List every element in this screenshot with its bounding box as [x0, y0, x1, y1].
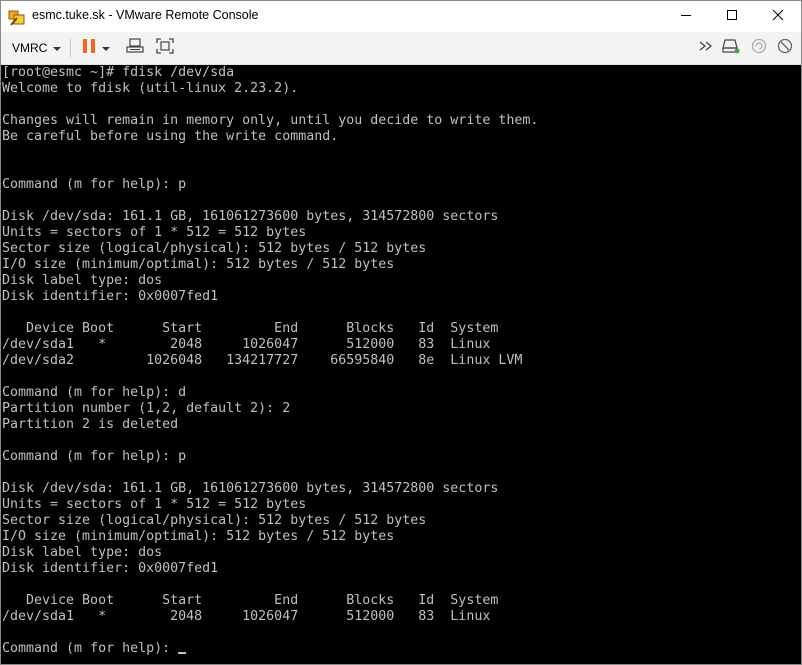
- terminal-line: /dev/sda1 * 2048 1026047 512000 83 Linux: [2, 337, 491, 352]
- terminal-line: Welcome to fdisk (util-linux 2.23.2).: [2, 81, 299, 96]
- chevron-down-icon: [53, 39, 62, 57]
- terminal-line: Command (m for help): d: [2, 385, 187, 400]
- title-bar[interactable]: esmc.tuke.sk - VMware Remote Console: [1, 1, 801, 32]
- snapshot-icon: [751, 38, 767, 59]
- terminal-line: Sector size (logical/physical): 512 byte…: [2, 241, 427, 256]
- terminal-line: Device Boot Start End Blocks Id System: [2, 321, 499, 336]
- close-button[interactable]: [755, 1, 801, 32]
- removable-devices-button[interactable]: [720, 37, 742, 59]
- terminal-line: Command (m for help):: [2, 641, 538, 657]
- fullscreen-icon: [156, 37, 174, 59]
- maximize-button[interactable]: [709, 1, 755, 32]
- terminal-line: Disk identifier: 0x0007fed1: [2, 561, 219, 576]
- terminal-line: [root@esmc ~]# fdisk /dev/sda: [2, 65, 235, 80]
- terminal-line: Units = sectors of 1 * 512 = 512 bytes: [2, 497, 307, 512]
- terminal-line: Changes will remain in memory only, unti…: [2, 113, 539, 128]
- terminal-line: Disk identifier: 0x0007fed1: [2, 289, 219, 304]
- terminal-line: Disk label type: dos: [2, 545, 163, 560]
- vmware-remote-console-icon: [8, 8, 26, 26]
- toolbar-separator: [70, 39, 71, 57]
- terminal-output: [root@esmc ~]# fdisk /dev/sda Welcome to …: [2, 65, 538, 657]
- forward-icon: [699, 39, 713, 57]
- removable-devices-icon: [722, 38, 740, 59]
- minimize-icon: [680, 8, 692, 26]
- terminal-line: I/O size (minimum/optimal): 512 bytes / …: [2, 257, 395, 272]
- send-ctrl-alt-del-icon: [126, 37, 144, 59]
- send-ctrl-alt-del-button[interactable]: [124, 37, 146, 59]
- terminal-line: Command (m for help): p: [2, 449, 187, 464]
- forward-button[interactable]: [695, 37, 717, 59]
- terminal-line: Command (m for help): p: [2, 177, 187, 192]
- terminal-line: Partition number (1,2, default 2): 2: [2, 401, 291, 416]
- help-icon: [777, 38, 793, 59]
- terminal-line: Disk label type: dos: [2, 273, 163, 288]
- power-menu-dropdown[interactable]: [99, 37, 113, 59]
- terminal-line: Disk /dev/sda: 161.1 GB, 161061273600 by…: [2, 481, 499, 496]
- terminal-line: /dev/sda2 1026048 134217727 66595840 8e …: [2, 353, 523, 368]
- vmrc-window: esmc.tuke.sk - VMware Remote Console VMR…: [0, 0, 802, 665]
- window-title: esmc.tuke.sk - VMware Remote Console: [32, 8, 259, 22]
- fullscreen-button[interactable]: [154, 37, 176, 59]
- help-button[interactable]: [774, 37, 796, 59]
- maximize-icon: [726, 8, 738, 26]
- toolbar: VMRC: [1, 32, 801, 65]
- vmrc-menu-label: VMRC: [12, 41, 48, 55]
- snapshot-button[interactable]: [748, 37, 770, 59]
- minimize-button[interactable]: [663, 1, 709, 32]
- pause-icon: [82, 38, 96, 59]
- terminal-line: Sector size (logical/physical): 512 byte…: [2, 513, 427, 528]
- terminal-line: I/O size (minimum/optimal): 512 bytes / …: [2, 529, 395, 544]
- vmrc-menu-button[interactable]: VMRC: [6, 37, 67, 59]
- terminal-line: Disk /dev/sda: 161.1 GB, 161061273600 by…: [2, 209, 499, 224]
- pause-button[interactable]: [78, 37, 100, 59]
- close-icon: [772, 8, 784, 26]
- text-cursor: [178, 652, 187, 654]
- terminal-line: Device Boot Start End Blocks Id System: [2, 593, 499, 608]
- console-screen[interactable]: [root@esmc ~]# fdisk /dev/sda Welcome to …: [1, 65, 801, 664]
- terminal-line: /dev/sda1 * 2048 1026047 512000 83 Linux: [2, 609, 491, 624]
- terminal-line: Partition 2 is deleted: [2, 417, 179, 432]
- chevron-down-icon: [102, 39, 110, 57]
- terminal-line: Units = sectors of 1 * 512 = 512 bytes: [2, 225, 307, 240]
- terminal-line: Be careful before using the write comman…: [2, 129, 339, 144]
